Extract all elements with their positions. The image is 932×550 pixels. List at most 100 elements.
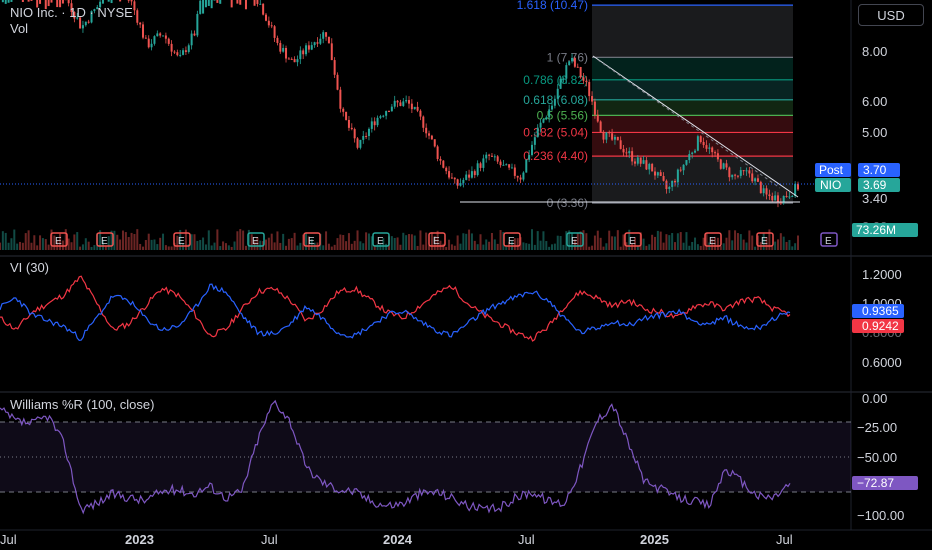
symbol-title[interactable]: NIO Inc. · 1D · NYSE [10,5,133,20]
candle-body [759,181,762,194]
candle-body [413,106,416,110]
volume-bar [716,237,719,250]
candle-body [345,111,348,120]
fib-level-label: 0.382 (5.04) [523,125,588,139]
volume-bar [470,233,473,250]
vi-minus-value: 0.9242 [862,319,899,333]
volume-bar [93,245,96,250]
volume-bar [788,240,791,250]
volume-bar [599,237,602,250]
volume-bar [167,246,170,250]
candle-body [636,157,639,164]
volume-bar [699,245,702,250]
candle-body [702,142,705,146]
volume-bar [473,240,476,250]
candle-body [551,105,554,110]
candle-body [602,131,605,140]
volume-bar [648,244,651,250]
volume-bar [774,241,777,250]
candle-body [310,45,313,50]
candle-body [716,153,719,160]
volume-bar [685,232,688,250]
candle-body [628,151,631,154]
volume-bar [44,239,47,250]
volume-bar [282,233,285,250]
volume-bar [207,230,210,250]
candle-body [613,136,616,140]
candle-body [442,160,445,168]
candle-body [402,101,405,106]
candle-body [648,163,651,170]
earnings-letter: E [178,236,185,247]
candle-body [756,178,759,182]
candle-body [639,157,642,164]
volume-bar [336,238,339,250]
candle-body [350,127,353,130]
candle-body [296,59,299,63]
volume-bar [668,235,671,250]
volume-bar [399,244,402,250]
volume-bar [562,244,565,250]
wr-tick: −25.00 [857,420,897,435]
volume-bar [493,239,496,250]
volume-bar [551,244,554,250]
candle-body [722,163,725,169]
vi-tick: 1.2000 [862,267,902,282]
currency-button[interactable]: USD [858,4,924,26]
volume-bar [450,244,453,250]
volume-bar [459,243,462,250]
volume-bar [287,238,290,250]
chart-canvas[interactable]: 1.618 (10.47)1 (7.76)0.786 (6.82)0.618 (… [0,0,932,550]
candle-body [656,172,659,176]
price-tick: 5.00 [862,125,887,140]
williams-title[interactable]: Williams %R (100, close) [10,397,154,412]
volume-bar [488,241,491,250]
volume-bar [396,237,399,250]
candle-body [39,0,42,4]
volume-bar [24,233,27,250]
volume-bar [390,236,393,250]
candle-body [439,158,442,161]
volume-bar [170,246,173,250]
candle-body [259,3,262,5]
candle-body [751,173,754,182]
earnings-letter: E [308,236,315,247]
volume-bar [442,243,445,250]
volume-bar [696,244,699,250]
candle-body [239,0,242,5]
price-tick: 8.00 [862,44,887,59]
volume-bar [748,230,751,250]
volume-bar [233,241,236,250]
candle-body [565,65,568,79]
candle-body [605,132,608,140]
candle-body [107,0,110,2]
candle-body [633,161,636,164]
candle-body [576,66,579,68]
candle-body [50,0,53,3]
candle-body [307,45,310,50]
fib-level-label: 1.618 (10.47) [517,0,588,12]
volume-bar [127,237,130,250]
volume-bar [133,234,136,250]
candle-body [319,38,322,44]
candle-body [745,170,748,172]
vi-title[interactable]: VI (30) [10,260,49,275]
candle-body [665,180,668,190]
volume-bar [619,246,622,250]
volume-bar [330,246,333,250]
volume-bar [422,244,425,250]
volume-bar [164,245,167,250]
volume-bar [327,243,330,250]
candle-body [462,179,465,184]
vi-plus-value: 0.9365 [862,304,899,318]
volume-bar [479,234,482,250]
volume-bar [244,245,247,250]
fib-zone [592,79,793,100]
volume-label: Vol [10,21,28,36]
volume-bar [725,237,728,250]
volume-bar [602,246,605,250]
volume-bar [656,230,659,250]
earnings-letter: E [571,236,578,247]
candle-body [164,35,167,39]
earnings-letter: E [433,236,440,247]
